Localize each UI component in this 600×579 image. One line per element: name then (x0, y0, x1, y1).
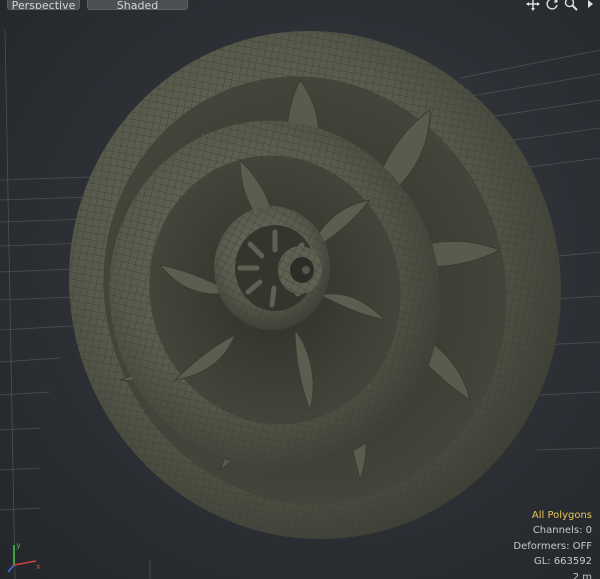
axis-orientation-icon: y x (7, 541, 41, 573)
svg-text:y: y (16, 541, 21, 550)
view-type-button[interactable]: Perspective (7, 0, 80, 10)
zoom-view-icon[interactable] (563, 0, 579, 11)
grid-scale-stat: 2 m (572, 571, 592, 579)
move-view-icon[interactable] (525, 0, 541, 11)
shading-mode-button[interactable]: Shaded (87, 0, 188, 10)
viewport-nav-tools (525, 0, 598, 11)
scene-stats: All Polygons Channels: 0 Deformers: OFF … (513, 508, 592, 579)
rotate-view-icon[interactable] (544, 0, 560, 11)
svg-text:x: x (36, 562, 41, 571)
channels-stat: Channels: 0 (532, 525, 592, 536)
deformers-stat: Deformers: OFF (513, 540, 592, 552)
viewport-menu-arrow-icon[interactable] (582, 0, 598, 11)
selection-mode-label: All Polygons (531, 509, 592, 521)
innermost-ring-mesh[interactable] (278, 246, 322, 294)
gl-polycount-stat: GL: 663592 (533, 556, 592, 567)
3d-viewport[interactable]: Perspective Shaded y x All Polygons Chan… (0, 0, 600, 579)
scene-render[interactable] (0, 0, 600, 579)
